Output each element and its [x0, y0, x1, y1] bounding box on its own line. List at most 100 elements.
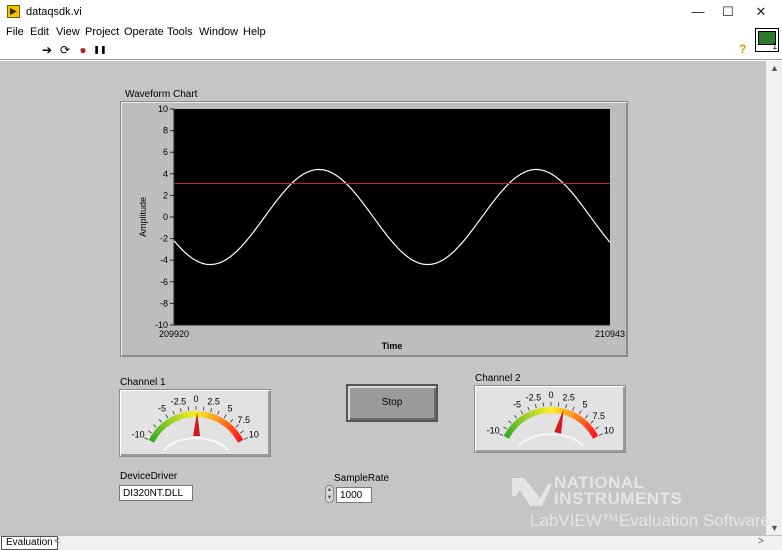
- evaluation-tab[interactable]: Evaluation: [1, 536, 58, 550]
- gauge-tick: [223, 414, 227, 419]
- x-axis-title: Time: [382, 341, 403, 351]
- device-driver-label: DeviceDriver: [120, 471, 178, 482]
- y-tick-label: -4: [160, 255, 168, 265]
- y-tick-label: -8: [160, 298, 168, 308]
- gauge-hub: [518, 433, 584, 447]
- gauge-tick: [179, 408, 182, 413]
- channel2-label: Channel 2: [475, 373, 521, 384]
- gauge-color-band: [181, 412, 186, 419]
- stop-button[interactable]: Stop: [346, 384, 438, 422]
- gauge-color-band: [184, 411, 189, 419]
- gauge-color-band: [170, 416, 176, 423]
- vertical-scrollbar[interactable]: ▲ ▼: [766, 61, 782, 535]
- menu-project[interactable]: Project: [85, 26, 119, 38]
- gauge-color-band: [581, 419, 588, 427]
- gauge-tick: [508, 420, 512, 424]
- gauge-color-band: [168, 417, 174, 424]
- gauge-color-band: [563, 409, 569, 416]
- gauge-color-band: [148, 437, 156, 443]
- gauge-color-band: [505, 430, 512, 437]
- gauge-tick-label: 5: [227, 404, 232, 414]
- vi-connector-icon[interactable]: 1: [755, 28, 779, 52]
- gauge-tick-label: -2.5: [171, 396, 187, 406]
- gauge-color-band: [155, 428, 162, 435]
- gauge-tick-label: 7.5: [592, 411, 605, 421]
- gauge-tick-label: -2.5: [526, 392, 542, 402]
- gauge-tick: [240, 430, 244, 434]
- gauge-tick: [158, 418, 163, 423]
- scroll-left-icon[interactable]: <: [54, 536, 60, 547]
- menu-tools[interactable]: Tools: [167, 26, 193, 38]
- menu-view[interactable]: View: [56, 26, 80, 38]
- gauge-hub: [163, 437, 229, 451]
- gauge-color-band: [573, 413, 579, 420]
- gauge-tick: [527, 406, 530, 411]
- gauge-color-band: [506, 428, 514, 435]
- scroll-up-icon[interactable]: ▲: [770, 63, 779, 73]
- gauge-color-band: [585, 424, 592, 431]
- gauge-tick-label: 5: [582, 400, 587, 410]
- gauge-tick: [595, 426, 599, 430]
- gauge-color-band: [516, 418, 523, 425]
- gauge-tick: [590, 420, 594, 424]
- y-tick-label: -2: [160, 234, 168, 244]
- y-tick-label: 4: [163, 169, 168, 179]
- gauge-color-band: [208, 413, 214, 420]
- gauge-color-band: [222, 420, 229, 427]
- pause-icon[interactable]: ❚❚: [93, 43, 107, 57]
- gauge-color-band: [153, 430, 160, 437]
- abort-icon[interactable]: ●: [76, 43, 90, 57]
- gauge-color-band: [539, 407, 544, 415]
- scroll-right-icon[interactable]: >: [758, 536, 764, 547]
- context-help-icon[interactable]: ?: [739, 42, 746, 56]
- gauge-tick: [144, 437, 149, 440]
- gauge-tick: [148, 430, 152, 434]
- menu-window[interactable]: Window: [199, 26, 238, 38]
- gauge-color-band: [583, 421, 590, 429]
- gauge-color-band: [514, 419, 521, 427]
- menu-edit[interactable]: Edit: [30, 26, 49, 38]
- gauge-tick: [243, 437, 248, 440]
- gauge-color-band: [528, 410, 534, 418]
- gauge-tick: [165, 414, 169, 419]
- gauge-color-band: [236, 437, 244, 443]
- gauge-color-band: [531, 409, 536, 417]
- run-continuously-icon[interactable]: ⟳: [58, 43, 72, 57]
- maximize-button[interactable]: ☐: [711, 0, 745, 24]
- menu-help[interactable]: Help: [243, 26, 266, 38]
- gauge-tick: [513, 414, 518, 419]
- gauge-color-band: [218, 417, 224, 424]
- device-driver-field[interactable]: DI320NT.DLL: [119, 485, 193, 501]
- gauge-color-band: [213, 414, 219, 422]
- plot-area: [174, 109, 610, 325]
- toolbar: ➔ ⟳ ● ❚❚ ?: [0, 40, 782, 60]
- gauge-color-band: [159, 423, 166, 431]
- gauge-tick-label: 10: [604, 426, 614, 436]
- minimize-button[interactable]: —: [681, 0, 715, 24]
- gauge-tick-label: 7.5: [237, 415, 250, 425]
- status-bar: Evaluation < >: [0, 535, 782, 550]
- gauge-tick: [153, 424, 157, 428]
- gauge-color-band: [579, 418, 586, 425]
- close-button[interactable]: ✕: [744, 0, 778, 24]
- gauge-color-band: [588, 428, 596, 435]
- gauge-color-band: [591, 433, 599, 439]
- gauge-tick-label: 0: [193, 394, 198, 404]
- menu-file[interactable]: File: [6, 26, 24, 38]
- gauge-tick: [499, 433, 504, 436]
- gauge-tick: [229, 418, 234, 423]
- gauge-tick: [203, 406, 205, 411]
- gauge-color-band: [226, 423, 233, 431]
- gauge-color-band: [176, 413, 181, 421]
- scroll-down-icon[interactable]: ▼: [770, 523, 779, 533]
- gauge-color-band: [165, 418, 172, 426]
- gauge-color-band: [503, 433, 511, 439]
- y-tick-label: 0: [163, 212, 168, 222]
- run-arrow-icon[interactable]: ➔: [40, 43, 54, 57]
- menu-operate[interactable]: Operate: [124, 26, 164, 38]
- sample-rate-increment-decrement[interactable]: ▲ ▼: [325, 485, 334, 503]
- sample-rate-field[interactable]: 1000: [336, 487, 372, 503]
- gauge-color-band: [577, 416, 584, 423]
- gauge-color-band: [533, 409, 539, 416]
- gauge-color-band: [558, 407, 563, 415]
